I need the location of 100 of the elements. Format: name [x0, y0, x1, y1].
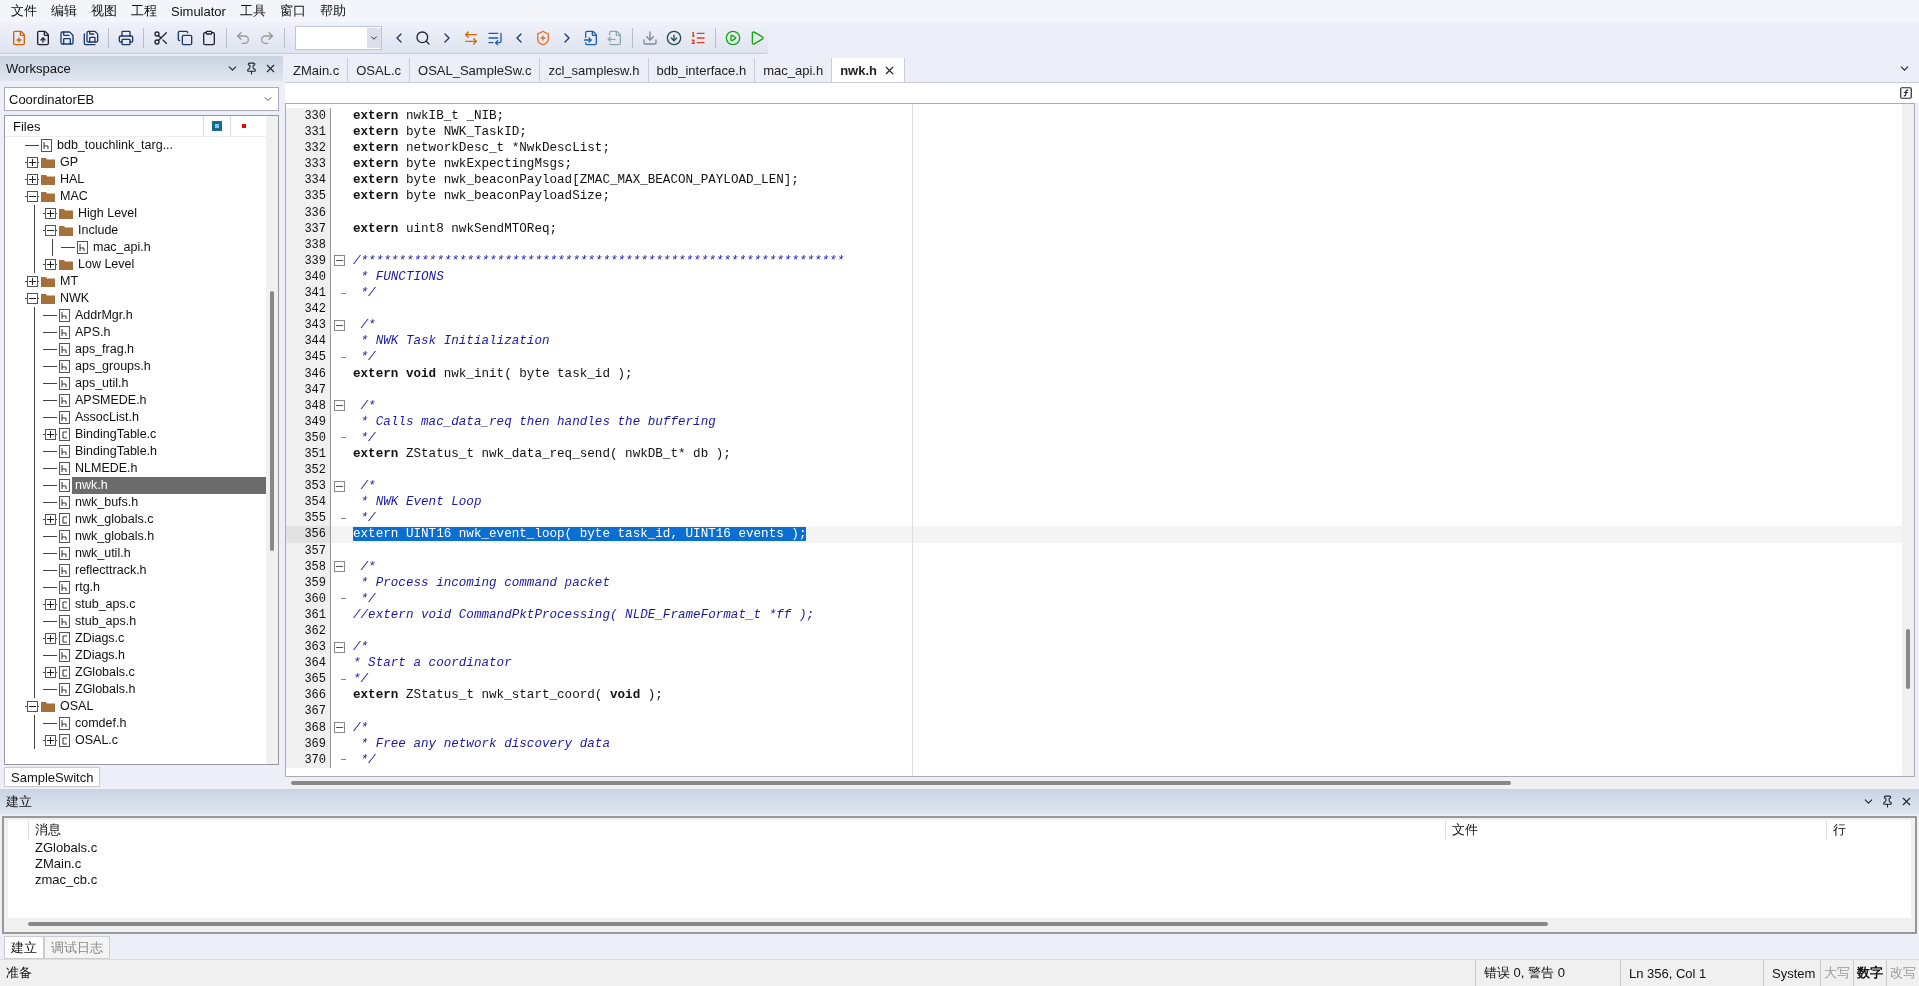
- fold-toggle-icon[interactable]: [333, 255, 345, 267]
- tree-item[interactable]: stub_aps.c: [35, 596, 266, 613]
- scrollbar[interactable]: [1902, 104, 1914, 776]
- tree-item[interactable]: APSMEDE.h: [35, 392, 266, 409]
- message-row[interactable]: zmac_cb.c: [28, 872, 1919, 888]
- file-icon: [59, 632, 70, 645]
- file-tab[interactable]: zcl_samplesw.h: [540, 58, 649, 82]
- expand-icon[interactable]: [45, 514, 56, 525]
- collapse-icon[interactable]: [27, 293, 38, 304]
- folder-icon: [41, 174, 55, 185]
- close-icon[interactable]: [264, 62, 277, 75]
- fold-toggle-icon[interactable]: [333, 722, 345, 734]
- tree-item[interactable]: BindingTable.c: [35, 426, 266, 443]
- line-number: 342: [286, 301, 330, 318]
- expand-icon[interactable]: [27, 276, 38, 287]
- tree-item[interactable]: BindingTable.h: [35, 443, 266, 460]
- folder-icon: [41, 701, 55, 712]
- tree-item[interactable]: HAL: [17, 171, 266, 188]
- tree-item[interactable]: GP: [17, 154, 266, 171]
- tree-item[interactable]: MT: [17, 273, 266, 290]
- message-row[interactable]: ZGlobals.c: [28, 840, 1919, 856]
- expand-icon[interactable]: [45, 633, 56, 644]
- code-line: extern uint8 nwkSendMTOReq;: [352, 220, 558, 237]
- expand-icon[interactable]: [45, 208, 56, 219]
- fold-toggle-icon[interactable]: [333, 480, 345, 492]
- expand-icon[interactable]: [27, 174, 38, 185]
- menu-item[interactable]: 编辑: [44, 2, 84, 20]
- expand-icon[interactable]: [27, 157, 38, 168]
- file-tab[interactable]: OSAL_SampleSw.c: [410, 58, 541, 82]
- tree-item[interactable]: nwk_globals.h: [35, 528, 266, 545]
- tree-item[interactable]: AssocList.h: [35, 409, 266, 426]
- expand-icon[interactable]: [45, 735, 56, 746]
- tree-item[interactable]: APS.h: [35, 324, 266, 341]
- tree-item[interactable]: nwk_util.h: [35, 545, 266, 562]
- key-indicator: 改写: [1886, 960, 1919, 986]
- tree-item[interactable]: MAC: [17, 188, 266, 205]
- tree-item[interactable]: Low Level: [35, 256, 266, 273]
- expand-icon[interactable]: [45, 667, 56, 678]
- expand-icon[interactable]: [45, 429, 56, 440]
- menu-item[interactable]: 工程: [124, 2, 164, 20]
- menu-item[interactable]: 工具: [232, 2, 273, 20]
- expand-icon[interactable]: [45, 259, 56, 270]
- menu-item[interactable]: 文件: [4, 2, 44, 20]
- close-icon[interactable]: [1900, 795, 1913, 808]
- fold-toggle-icon[interactable]: [333, 319, 345, 331]
- collapse-icon[interactable]: [27, 191, 38, 202]
- file-icon: [59, 564, 70, 577]
- tree-item[interactable]: NLMEDE.h: [35, 460, 266, 477]
- fold-toggle-icon[interactable]: [333, 400, 345, 412]
- tree-item[interactable]: ZDiags.c: [35, 630, 266, 647]
- collapse-icon[interactable]: [27, 701, 38, 712]
- file-tab[interactable]: bdb_interface.h: [648, 58, 756, 82]
- panel-title: 建立: [6, 792, 32, 811]
- tree-item[interactable]: OSAL: [17, 698, 266, 715]
- configuration-select[interactable]: CoordinatorEB: [4, 87, 279, 111]
- function-icon[interactable]: [1899, 86, 1913, 100]
- message-row[interactable]: ZMain.c: [28, 856, 1919, 872]
- tree-item[interactable]: ZGlobals.c: [35, 664, 266, 681]
- fold-toggle-icon[interactable]: [333, 641, 345, 653]
- scrollbar[interactable]: [285, 777, 1915, 789]
- tree-item[interactable]: rtg.h: [35, 579, 266, 596]
- menu-item[interactable]: Simulator: [164, 3, 233, 19]
- tree-item[interactable]: bdb_touchlink_targ...: [17, 137, 266, 154]
- file-tab[interactable]: OSAL.c: [348, 58, 411, 82]
- tree-item[interactable]: NWK: [17, 290, 266, 307]
- tree-item[interactable]: comdef.h: [35, 715, 266, 732]
- collapse-icon[interactable]: [45, 225, 56, 236]
- workspace-tab[interactable]: SampleSwitch: [4, 767, 101, 787]
- tree-item[interactable]: reflecttrack.h: [35, 562, 266, 579]
- fold-toggle-icon[interactable]: [333, 561, 345, 573]
- line-number: 334: [286, 172, 330, 189]
- pin-icon[interactable]: [1881, 795, 1894, 808]
- tree-item[interactable]: nwk_globals.c: [35, 511, 266, 528]
- code-line: //extern void CommandPktProcessing( NLDE_FrameFormat_t *ff );: [352, 606, 814, 623]
- tree-item[interactable]: ZGlobals.h: [35, 681, 266, 698]
- tree-item[interactable]: aps_frag.h: [35, 341, 266, 358]
- menu-item[interactable]: 窗口: [272, 2, 313, 20]
- tree-item[interactable]: AddrMgr.h: [35, 307, 266, 324]
- tree-item[interactable]: ZDiags.h: [35, 647, 266, 664]
- folder-icon: [41, 191, 55, 202]
- tree-item[interactable]: OSAL.c: [35, 732, 266, 749]
- file-tab[interactable]: nwk.h: [832, 58, 905, 82]
- expand-icon[interactable]: [45, 599, 56, 610]
- tree-item[interactable]: mac_api.h: [53, 239, 266, 256]
- code-line: */: [359, 285, 376, 302]
- scrollbar[interactable]: [266, 116, 278, 764]
- output-tab[interactable]: 建立: [4, 936, 44, 959]
- tree-item[interactable]: High Level: [35, 205, 266, 222]
- pin-icon[interactable]: [245, 62, 258, 75]
- menu-item[interactable]: 视图: [84, 2, 124, 20]
- code-line: extern byte nwk_beaconPayloadSize;: [352, 188, 610, 205]
- menu-item[interactable]: 帮助: [312, 2, 353, 20]
- tree-item[interactable]: Include: [35, 222, 266, 239]
- search-field[interactable]: [295, 25, 383, 50]
- file-tab[interactable]: ZMain.c: [285, 58, 349, 82]
- tree-item[interactable]: aps_groups.h: [35, 358, 266, 375]
- tree-item[interactable]: stub_aps.h: [35, 613, 266, 630]
- tree-item[interactable]: nwk_bufs.h: [35, 494, 266, 511]
- tree-item[interactable]: aps_util.h: [35, 375, 266, 392]
- code-line: extern ZStatus_t nwk_start_coord( void );: [352, 687, 663, 704]
